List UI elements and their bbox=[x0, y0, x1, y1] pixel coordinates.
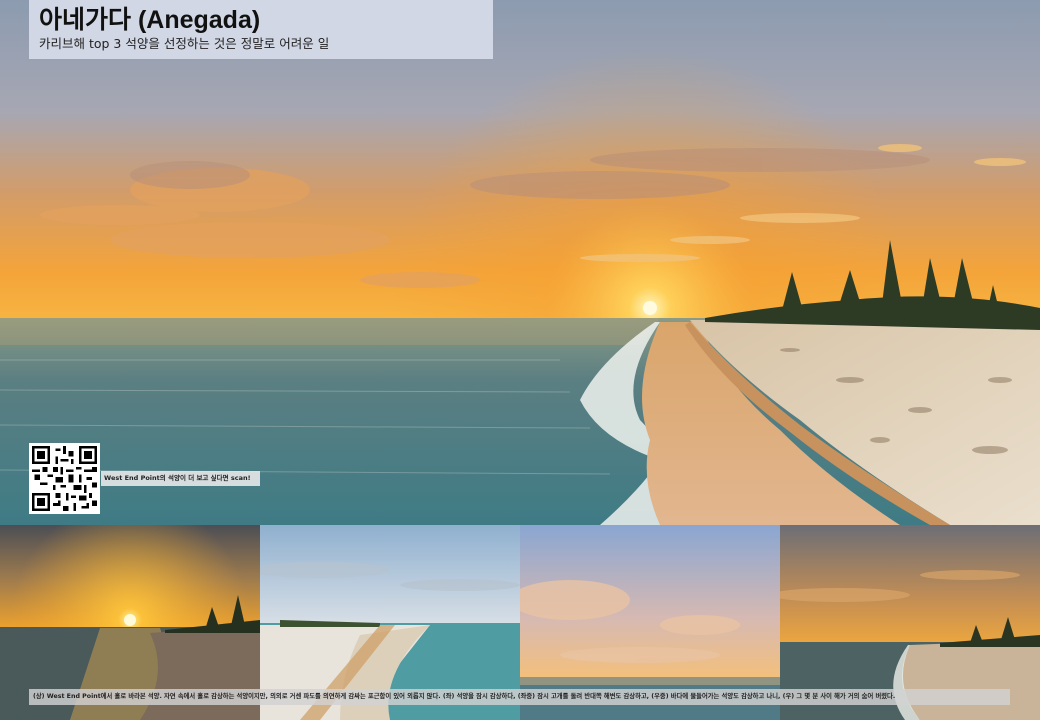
photo-caption: (상) West End Point에서 홀로 바라본 석양. 자연 속에서 홀… bbox=[29, 689, 1010, 705]
qr-caption: West End Point의 석양이 더 보고 싶다면 scan! bbox=[101, 471, 260, 486]
page-title: 아네가다 (Anegada) bbox=[39, 6, 261, 34]
title-box: 아네가다 (Anegada) 카리브해 top 3 석양을 선정하는 것은 정말… bbox=[29, 0, 493, 59]
hero-photo bbox=[0, 0, 1040, 525]
qr-code-icon bbox=[32, 446, 97, 511]
qr-code[interactable] bbox=[29, 443, 100, 514]
page-subtitle: 카리브해 top 3 석양을 선정하는 것은 정말로 어려운 일 bbox=[39, 36, 330, 51]
sunset-beach-illustration bbox=[0, 0, 1040, 525]
